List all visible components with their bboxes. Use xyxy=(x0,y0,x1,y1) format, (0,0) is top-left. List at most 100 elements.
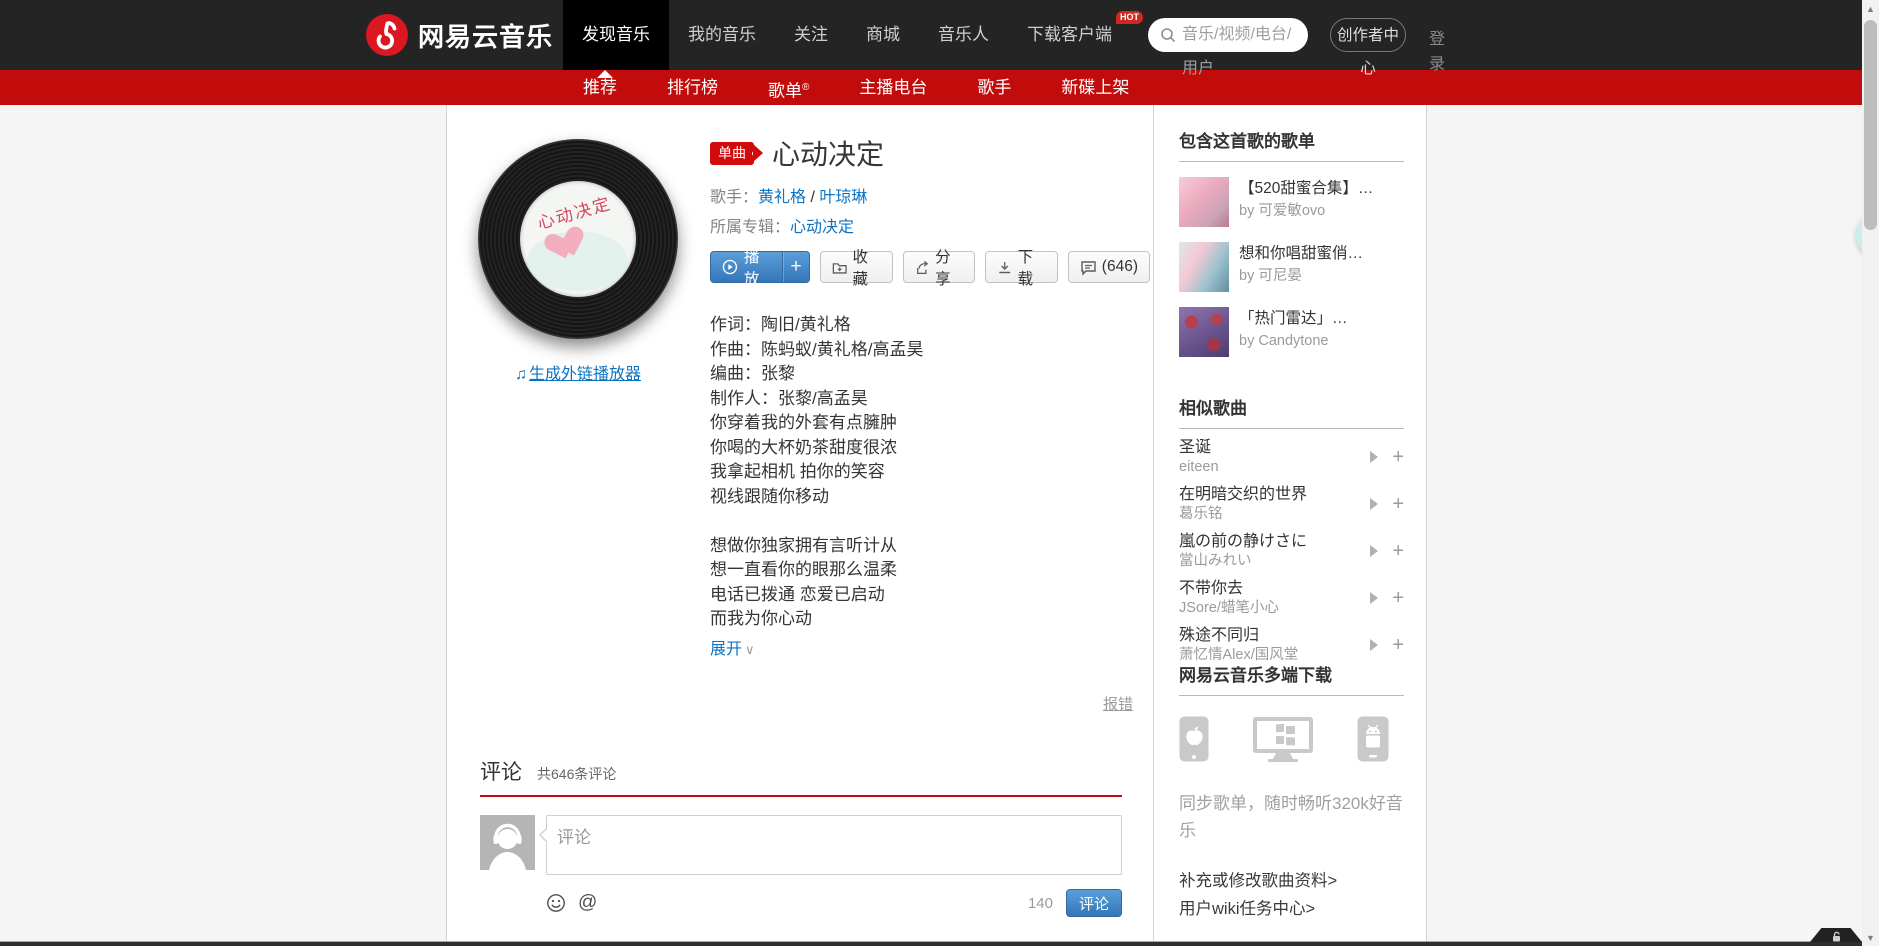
playlist-item[interactable]: 「热门雷达」… by Candytone xyxy=(1179,307,1404,357)
nav-item-discover[interactable]: 发现音乐 xyxy=(563,0,669,70)
comment-textarea[interactable] xyxy=(546,815,1122,875)
player-lock-tab[interactable] xyxy=(1810,928,1862,942)
comments-count-label: (646) xyxy=(1102,258,1138,276)
multi-platform-download-section: 网易云音乐多端下载 xyxy=(1179,661,1404,844)
scrollbar-down-arrow[interactable]: ▼ xyxy=(1862,929,1879,946)
similar-song-artist: JSore/蜡笔小心 xyxy=(1179,599,1362,617)
emoji-button[interactable] xyxy=(546,893,566,913)
comment-editor xyxy=(480,815,1122,880)
nav-item-follow[interactable]: 关注 xyxy=(775,0,847,70)
add-icon[interactable]: + xyxy=(1392,635,1404,655)
submit-comment-button[interactable]: 评论 xyxy=(1066,889,1122,917)
mention-button[interactable]: @ xyxy=(578,892,597,914)
comment-bubble-icon xyxy=(1080,259,1097,276)
play-icon[interactable] xyxy=(1370,451,1378,463)
generate-external-player-link[interactable]: 生成外链播放器 xyxy=(529,366,641,383)
lyrics-line: 编曲：张黎 xyxy=(710,362,1150,387)
scrollbar-thumb[interactable] xyxy=(1864,20,1877,230)
lyrics-block: 作词：陶旧/黄礼格 作曲：陈蚂蚁/黄礼格/高孟昊 编曲：张黎 制作人：张黎/高孟… xyxy=(710,313,1150,659)
music-note-icon: ♫ xyxy=(515,366,527,383)
windows-icon[interactable] xyxy=(1252,716,1314,762)
sidebar: 包含这首歌的歌单 【520甜蜜合集】… by 可爱敏ovo 想和你唱甜蜜俏… b… xyxy=(1153,105,1428,946)
add-icon[interactable]: + xyxy=(1392,447,1404,467)
expand-lyrics-link[interactable]: 展开∨ xyxy=(710,635,755,659)
play-icon[interactable] xyxy=(1370,592,1378,604)
page-scrollbar[interactable]: ▲ ▼ xyxy=(1862,0,1879,946)
nav-item-store[interactable]: 商城 xyxy=(847,0,919,70)
playlist-cover-thumbnail[interactable] xyxy=(1179,177,1229,227)
add-icon[interactable]: + xyxy=(1392,588,1404,608)
search-placeholder: 音乐/视频/电台/用户 xyxy=(1182,18,1296,86)
registered-mark: ® xyxy=(802,82,809,93)
playlist-cover-thumbnail[interactable] xyxy=(1179,307,1229,357)
scrollbar-up-arrow[interactable]: ▲ xyxy=(1862,0,1879,17)
brand-logo[interactable]: 网易云音乐 xyxy=(366,0,553,70)
nav-item-my-music[interactable]: 我的音乐 xyxy=(669,0,775,70)
similar-song-title[interactable]: 在明暗交织的世界 xyxy=(1179,485,1362,505)
play-icon[interactable] xyxy=(1370,545,1378,557)
creator-center-button[interactable]: 创作者中心 xyxy=(1330,18,1406,52)
smiley-icon xyxy=(546,893,566,913)
similar-song-artist: 葛乐铭 xyxy=(1179,505,1362,523)
playlist-item[interactable]: 【520甜蜜合集】… by 可爱敏ovo xyxy=(1179,177,1404,227)
artist-link-1[interactable]: 黄礼格 xyxy=(758,189,806,206)
subnav-item-recommend[interactable]: 推荐 xyxy=(583,70,617,105)
album-link[interactable]: 心动决定 xyxy=(790,219,854,236)
share-button[interactable]: 分享 xyxy=(903,251,976,283)
favorite-button[interactable]: 收藏 xyxy=(820,251,893,283)
playlist-item[interactable]: 想和你唱甜蜜俏… by 可尼晏 xyxy=(1179,242,1404,292)
comment-box-notch xyxy=(539,828,546,842)
subnav-item-charts[interactable]: 排行榜 xyxy=(667,70,718,105)
lyrics-line xyxy=(710,509,1150,534)
playlist-title[interactable]: 「热门雷达」… xyxy=(1239,307,1348,330)
download-icon xyxy=(997,259,1012,276)
favorite-label: 收藏 xyxy=(852,245,880,289)
comments-button[interactable]: (646) xyxy=(1068,251,1150,283)
nav-item-label: 下载客户端 xyxy=(1027,25,1112,44)
android-icon[interactable] xyxy=(1357,716,1389,762)
similar-song-title[interactable]: 不带你去 xyxy=(1179,579,1362,599)
subnav-item-label: 歌单 xyxy=(768,82,802,101)
playlist-cover-thumbnail[interactable] xyxy=(1179,242,1229,292)
lyrics-line: 视线跟随你移动 xyxy=(710,485,1150,510)
similar-song-title[interactable]: 殊途不同归 xyxy=(1179,626,1362,646)
subnav-item-new-albums[interactable]: 新碟上架 xyxy=(1061,70,1129,105)
add-to-playlist-button[interactable]: + xyxy=(782,252,809,282)
playlist-author[interactable]: by Candytone xyxy=(1239,330,1348,352)
subnav-item-artists[interactable]: 歌手 xyxy=(977,70,1011,105)
nav-item-musician[interactable]: 音乐人 xyxy=(919,0,1008,70)
lyrics-line: 你穿着我的外套有点臃肿 xyxy=(710,411,1150,436)
edit-song-info-link[interactable]: 补充或修改歌曲资料> xyxy=(1179,867,1404,895)
playlist-author[interactable]: by 可爱敏ovo xyxy=(1239,200,1373,222)
download-section-title: 网易云音乐多端下载 xyxy=(1179,661,1404,696)
similar-songs-title: 相似歌曲 xyxy=(1179,394,1404,429)
artist-label: 歌手： xyxy=(710,189,758,206)
lyrics-line: 我拿起相机 拍你的笑容 xyxy=(710,460,1150,485)
report-error-link[interactable]: 报错 xyxy=(1103,693,1133,714)
subnav-item-playlists[interactable]: 歌单® xyxy=(768,70,809,105)
add-icon[interactable]: + xyxy=(1392,494,1404,514)
playlist-title[interactable]: 想和你唱甜蜜俏… xyxy=(1239,242,1363,265)
nav-item-download-client[interactable]: 下载客户端 HOT xyxy=(1008,0,1131,70)
user-wiki-link[interactable]: 用户wiki任务中心> xyxy=(1179,895,1404,923)
artist-link-2[interactable]: 叶琼琳 xyxy=(819,189,867,206)
add-icon[interactable]: + xyxy=(1392,541,1404,561)
download-button[interactable]: 下载 xyxy=(985,251,1058,283)
iphone-icon[interactable] xyxy=(1179,716,1209,762)
chevron-down-icon: ∨ xyxy=(745,642,755,657)
playlist-author[interactable]: by 可尼晏 xyxy=(1239,265,1363,287)
play-icon[interactable] xyxy=(1370,498,1378,510)
playlist-text: 想和你唱甜蜜俏… by 可尼晏 xyxy=(1239,242,1363,292)
netease-music-page: 网易云音乐 发现音乐 我的音乐 关注 商城 音乐人 下载客户端 HOT 音乐/视… xyxy=(0,0,1879,946)
playlist-title[interactable]: 【520甜蜜合集】… xyxy=(1239,177,1373,200)
login-link[interactable]: 登录 xyxy=(1429,27,1448,77)
similar-song-title[interactable]: 圣诞 xyxy=(1179,438,1362,458)
similar-song-title[interactable]: 嵐の前の静けさに xyxy=(1179,532,1362,552)
song-title-row: 单曲 心动决定 xyxy=(710,135,1150,171)
play-icon[interactable] xyxy=(1370,639,1378,651)
subnav-item-radio[interactable]: 主播电台 xyxy=(859,70,927,105)
download-label: 下载 xyxy=(1018,245,1046,289)
play-button[interactable]: 播放 xyxy=(711,245,782,289)
primary-nav: 发现音乐 我的音乐 关注 商城 音乐人 下载客户端 HOT xyxy=(563,0,1131,70)
search-input[interactable]: 音乐/视频/电台/用户 xyxy=(1148,18,1308,52)
